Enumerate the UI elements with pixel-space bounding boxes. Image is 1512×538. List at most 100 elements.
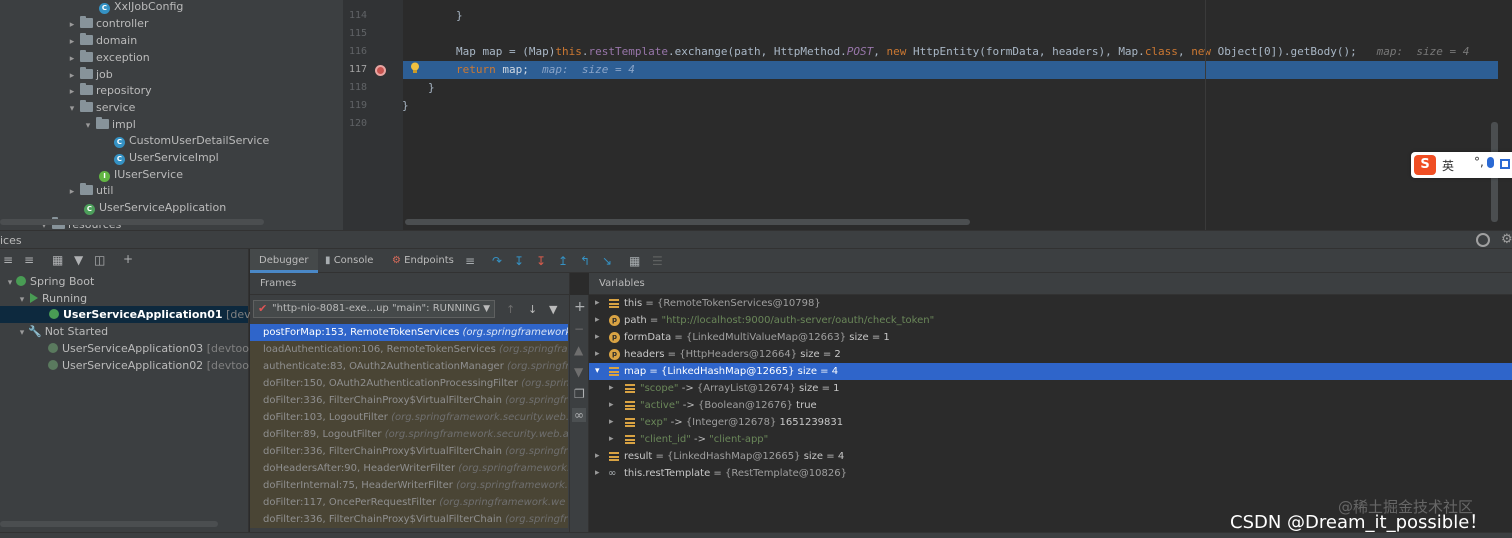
chevron-right-icon[interactable]: ▸: [595, 346, 600, 363]
chevron-right-icon[interactable]: ▸: [595, 465, 600, 482]
service-group-not-started[interactable]: ▾ 🔧 Not Started: [16, 323, 108, 340]
variable-row[interactable]: ▸ p formData = {LinkedMultiValueMap@1266…: [589, 329, 1512, 346]
evaluate-expression-icon[interactable]: ▦: [629, 254, 640, 268]
chevron-right-icon[interactable]: ▸: [595, 448, 600, 465]
move-up-icon[interactable]: ▲: [574, 343, 583, 357]
frame-row[interactable]: doFilter:117, OncePerRequestFilter (org.…: [250, 494, 568, 511]
microphone-icon[interactable]: [1487, 157, 1494, 168]
ime-toolbar[interactable]: S 英 °,: [1411, 152, 1512, 178]
breakpoint-icon[interactable]: [375, 65, 386, 76]
tree-item[interactable]: ▸ job: [66, 66, 113, 83]
tab-endpoints[interactable]: ⚙ Endpoints: [383, 249, 463, 273]
variable-row[interactable]: ▸ "active" -> {Boolean@12676} true: [589, 397, 1512, 414]
frame-row[interactable]: loadAuthentication:106, RemoteTokenServi…: [250, 341, 568, 358]
tab-console[interactable]: ▮ Console: [316, 249, 382, 273]
sogou-logo-icon[interactable]: S: [1414, 155, 1436, 175]
step-into-icon[interactable]: ↧: [514, 254, 524, 268]
tree-item[interactable]: ▸ exception: [66, 49, 150, 66]
project-tree-scrollbar[interactable]: [0, 219, 264, 225]
filter-icon[interactable]: ▼: [74, 253, 83, 267]
layout-icon[interactable]: ◫: [94, 253, 105, 267]
chevron-right-icon[interactable]: ▸: [595, 312, 600, 329]
chevron-right-icon[interactable]: ▸: [595, 295, 600, 312]
frame-row[interactable]: doFilter:150, OAuth2AuthenticationProces…: [250, 375, 568, 392]
tree-item[interactable]: ▸ domain: [66, 32, 137, 49]
collapse-all-icon[interactable]: ≡: [24, 253, 34, 267]
variable-row[interactable]: ▸ "scope" -> {ArrayList@12674} size = 1: [589, 380, 1512, 397]
chevron-down-icon[interactable]: ▾: [82, 118, 94, 135]
ime-punctuation-toggle[interactable]: °,: [1474, 155, 1484, 169]
frame-down-icon[interactable]: ↓: [528, 303, 537, 316]
menu-icon[interactable]: ≡: [465, 254, 475, 268]
variable-row[interactable]: ▸ "exp" -> {Integer@12678} 1651239831: [589, 414, 1512, 431]
tab-debugger[interactable]: Debugger: [250, 249, 318, 273]
frame-row[interactable]: doFilter:89, LogoutFilter (org.springfra…: [250, 426, 568, 443]
move-down-icon[interactable]: ▼: [574, 365, 583, 379]
tree-item[interactable]: ▾ impl: [82, 116, 136, 133]
chevron-down-icon[interactable]: ▾: [595, 363, 600, 380]
frame-row[interactable]: doFilterInternal:75, HeaderWriterFilter …: [250, 477, 568, 494]
chevron-down-icon[interactable]: ▾: [16, 325, 28, 342]
variable-row-selected[interactable]: ▾ map = {LinkedHashMap@12665} size = 4: [589, 363, 1512, 380]
tree-item[interactable]: ▾ service: [66, 99, 135, 116]
variable-row[interactable]: ▸ this = {RemoteTokenServices@10798}: [589, 295, 1512, 312]
filter-icon[interactable]: ▼: [549, 303, 557, 316]
variable-row[interactable]: ▸ p headers = {HttpHeaders@12664} size =…: [589, 346, 1512, 363]
watches-toggle-icon[interactable]: ∞: [572, 408, 586, 422]
service-group-running[interactable]: ▾ Running: [16, 290, 87, 307]
chevron-right-icon[interactable]: ▸: [609, 414, 614, 431]
tree-item[interactable]: ▸ util: [66, 182, 113, 199]
chevron-right-icon[interactable]: ▸: [595, 329, 600, 346]
service-item-selected[interactable]: UserServiceApplication01 [devtools]: [0, 306, 281, 323]
step-out-icon[interactable]: ↥: [558, 254, 568, 268]
thread-select[interactable]: ✔ "http-nio-8081-exe...up "main": RUNNING…: [253, 300, 495, 318]
frame-row[interactable]: doFilter:103, LogoutFilter (org.springfr…: [250, 409, 568, 426]
run-to-cursor-icon[interactable]: ↘: [602, 254, 612, 268]
frame-row[interactable]: doFilter:336, FilterChainProxy$VirtualFi…: [250, 392, 568, 409]
tree-item[interactable]: C XxlJobConfig: [99, 0, 183, 15]
ime-language-toggle[interactable]: 英: [1442, 157, 1454, 174]
crosshair-icon[interactable]: [1476, 233, 1490, 247]
tree-item[interactable]: C CustomUserDetailService: [114, 132, 269, 149]
frame-row[interactable]: doFilter:336, FilterChainProxy$VirtualFi…: [250, 511, 568, 528]
expand-all-icon[interactable]: ≡: [3, 253, 13, 267]
service-group-spring-boot[interactable]: ▾ Spring Boot: [4, 273, 95, 292]
services-scrollbar[interactable]: [0, 521, 218, 527]
group-icon[interactable]: ▦: [52, 253, 63, 267]
tree-item[interactable]: C UserServiceImpl: [114, 149, 219, 166]
copy-icon[interactable]: ❐: [574, 387, 585, 401]
frame-row[interactable]: doFilter:336, FilterChainProxy$VirtualFi…: [250, 443, 568, 460]
service-item[interactable]: UserServiceApplication03 [devtools]: [48, 340, 262, 357]
chevron-right-icon[interactable]: ▸: [66, 184, 78, 201]
tree-item[interactable]: I IUserService: [99, 166, 183, 183]
variable-row[interactable]: ▸ result = {LinkedHashMap@12665} size = …: [589, 448, 1512, 465]
step-over-icon[interactable]: ↷: [492, 254, 502, 268]
chevron-right-icon[interactable]: ▸: [609, 397, 614, 414]
remove-watch-icon[interactable]: −: [574, 322, 584, 336]
editor-horizontal-scrollbar[interactable]: [405, 219, 970, 225]
keyboard-icon[interactable]: [1500, 159, 1510, 169]
lightbulb-icon[interactable]: [410, 62, 420, 74]
drop-frame-icon[interactable]: ↰: [580, 254, 590, 268]
variable-row[interactable]: ▸ ∞ this.restTemplate = {RestTemplate@10…: [589, 465, 1512, 482]
code-editor[interactable]: 114 115 116 117 118 119 120 } Map map = …: [343, 0, 1512, 230]
new-watch-icon[interactable]: +: [574, 299, 586, 315]
tree-item[interactable]: ▸ repository: [66, 82, 152, 99]
chevron-down-icon[interactable]: ▾: [4, 275, 16, 292]
variable-row[interactable]: ▸ p path = "http://localhost:9000/auth-s…: [589, 312, 1512, 329]
tree-item[interactable]: C UserServiceApplication: [84, 199, 226, 216]
frame-up-icon[interactable]: ↑: [506, 303, 515, 316]
frame-row[interactable]: postForMap:153, RemoteTokenServices (org…: [250, 324, 568, 341]
frame-row[interactable]: authenticate:83, OAuth2AuthenticationMan…: [250, 358, 568, 375]
service-item[interactable]: UserServiceApplication02 [devtools]: [48, 357, 262, 374]
gear-icon[interactable]: ⚙: [1501, 232, 1512, 247]
chevron-right-icon[interactable]: ▸: [609, 431, 614, 448]
frame-row[interactable]: doHeadersAfter:90, HeaderWriterFilter (o…: [250, 460, 568, 477]
force-step-into-icon[interactable]: ↧: [536, 254, 546, 268]
chevron-down-icon[interactable]: ▾: [66, 101, 78, 118]
chevron-right-icon[interactable]: ▸: [609, 380, 614, 397]
tree-item[interactable]: ▸ controller: [66, 15, 148, 32]
variable-row[interactable]: ▸ "client_id" -> "client-app": [589, 431, 1512, 448]
trace-icon[interactable]: ☰: [652, 254, 663, 268]
add-service-icon[interactable]: +: [123, 252, 133, 266]
